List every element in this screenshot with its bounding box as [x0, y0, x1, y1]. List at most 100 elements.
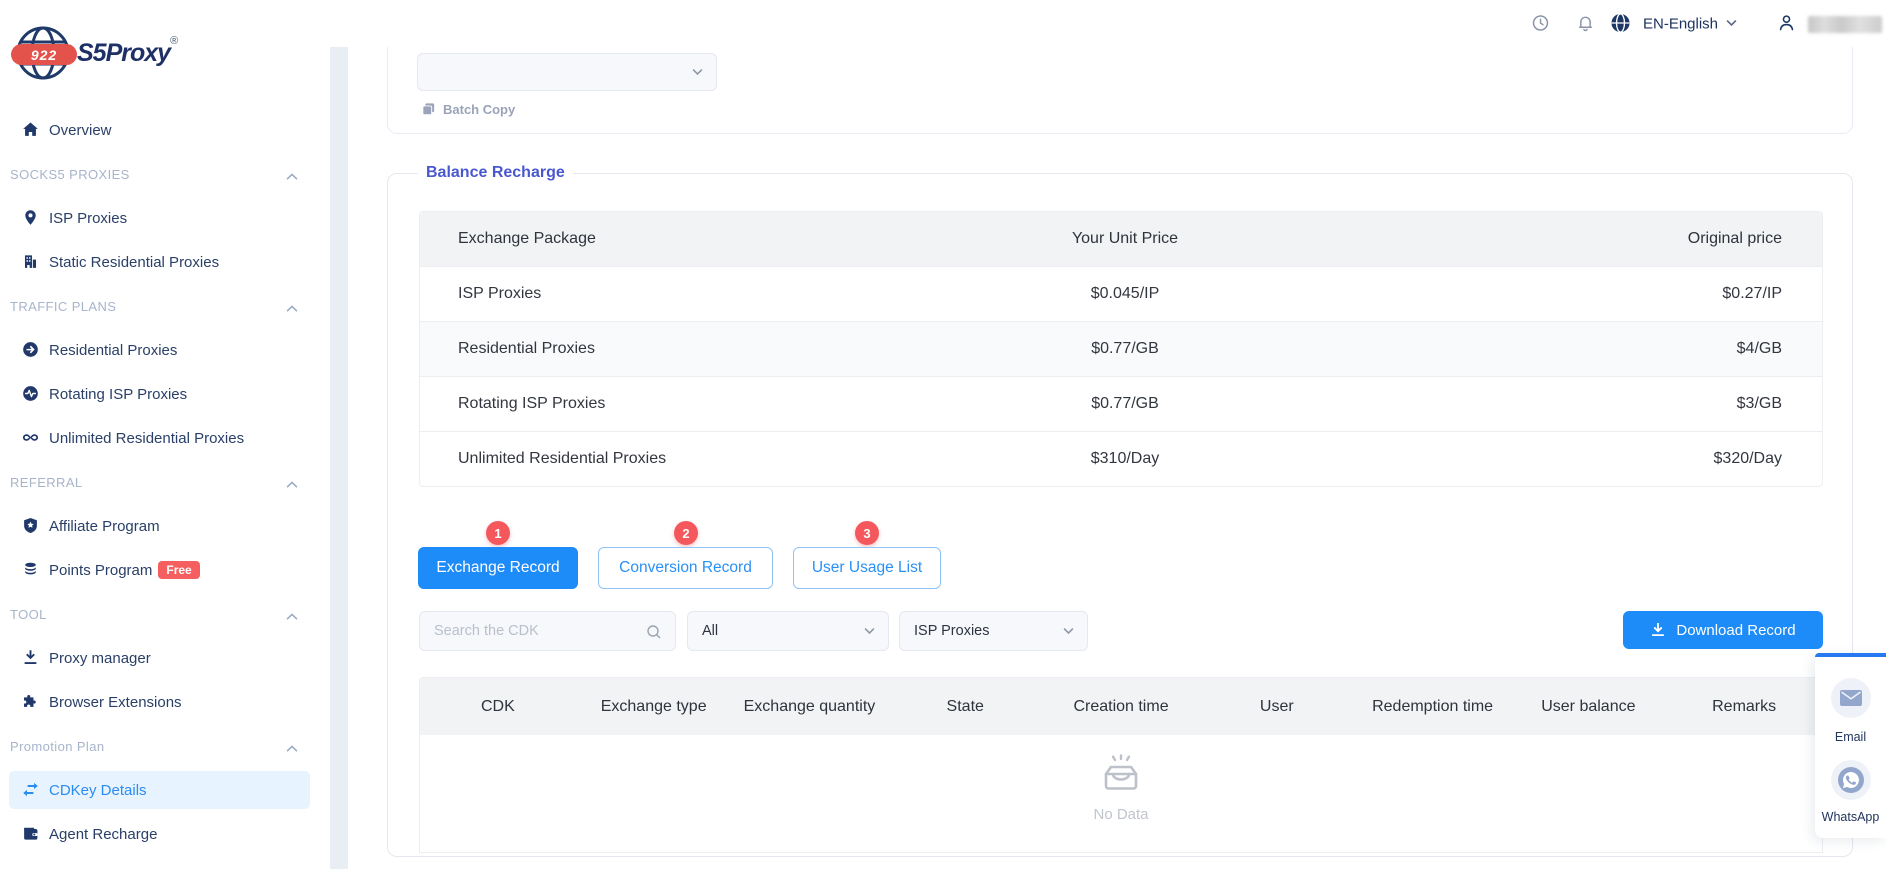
sidebar-item-unlimited-residential-proxies[interactable]: Unlimited Residential Proxies: [0, 416, 330, 460]
sidebar-section-traffic-plans[interactable]: TRAFFIC PLANS: [0, 284, 330, 328]
pricing-row: Unlimited Residential Proxies$310/Day$32…: [420, 431, 1822, 486]
sidebar-item-points-program[interactable]: Points ProgramFree: [0, 548, 330, 592]
registered-mark: ®: [170, 35, 178, 47]
infinity-icon: [22, 429, 40, 447]
top-header: EN-English: [330, 0, 1886, 47]
no-data-icon: [1098, 753, 1144, 795]
chevron-up-icon: [286, 740, 298, 758]
tab-conversion-record[interactable]: Conversion Record: [598, 547, 773, 589]
contact-panel-accent: [1815, 653, 1886, 657]
wallet-icon: [22, 825, 40, 843]
contact-panel: Email WhatsApp: [1815, 653, 1886, 838]
brand-number: 922: [11, 44, 77, 65]
whatsapp-icon: [1838, 767, 1864, 793]
pricing-header-row: Exchange PackageYour Unit PriceOriginal …: [420, 212, 1822, 266]
sidebar-item-affiliate-program[interactable]: Affiliate Program: [0, 504, 330, 548]
whatsapp-contact-button[interactable]: [1831, 760, 1871, 800]
download-icon: [1650, 622, 1666, 638]
download-icon: [22, 649, 40, 667]
chevron-down-icon: [1063, 623, 1074, 639]
chevron-up-icon: [286, 608, 298, 626]
pin-icon: [22, 209, 40, 227]
sidebar-item-rotating-isp-proxies[interactable]: Rotating ISP Proxies: [0, 372, 330, 416]
record-column-header: Creation time: [1043, 678, 1199, 735]
whatsapp-label: WhatsApp: [1815, 810, 1886, 824]
record-column-header: User balance: [1510, 678, 1666, 735]
chevron-down-icon[interactable]: [1726, 19, 1737, 27]
state-filter-select[interactable]: All: [687, 611, 889, 651]
chevron-up-icon: [286, 300, 298, 318]
email-label: Email: [1815, 730, 1886, 744]
chevron-up-icon: [286, 476, 298, 494]
brand-name: S5Proxy: [77, 39, 170, 68]
user-profile-icon[interactable]: [1777, 14, 1796, 33]
redacted-username[interactable]: [1808, 16, 1882, 33]
language-globe-icon[interactable]: [1610, 13, 1631, 34]
sidebar-item-cdkey-details[interactable]: CDKey Details: [0, 768, 330, 812]
sidebar-item-isp-proxies[interactable]: ISP Proxies: [0, 196, 330, 240]
sidebar-nav: OverviewSOCKS5 PROXIESISP ProxiesStatic …: [0, 108, 330, 856]
pricing-row: ISP Proxies$0.045/IP$0.27/IP: [420, 266, 1822, 321]
cdk-search-input[interactable]: [420, 612, 675, 650]
sidebar-item-proxy-manager[interactable]: Proxy manager: [0, 636, 330, 680]
pulse-icon: [22, 385, 40, 403]
shield-icon: [22, 517, 40, 535]
tab-user-usage-list[interactable]: User Usage List: [793, 547, 941, 589]
email-contact-button[interactable]: [1831, 678, 1871, 718]
chevron-up-icon: [286, 168, 298, 186]
download-record-button[interactable]: Download Record: [1623, 611, 1823, 649]
record-column-header: User: [1199, 678, 1355, 735]
batch-copy-button[interactable]: Batch Copy: [421, 102, 515, 117]
copy-icon: [421, 102, 436, 117]
sidebar-item-overview[interactable]: Overview: [0, 108, 330, 152]
pricing-table: Exchange PackageYour Unit PriceOriginal …: [419, 211, 1823, 487]
sidebar-section-promotion-plan[interactable]: Promotion Plan: [0, 724, 330, 768]
globe-arrow-icon: [22, 341, 40, 359]
pricing-row: Residential Proxies$0.77/GB$4/GB: [420, 321, 1822, 376]
coins-icon: [22, 561, 40, 579]
puzzle-icon: [22, 693, 40, 711]
sidebar-section-socks5-proxies[interactable]: SOCKS5 PROXIES: [0, 152, 330, 196]
cdkey-batch-card: Batch Copy: [387, 47, 1853, 134]
sidebar-section-referral[interactable]: REFERRAL: [0, 460, 330, 504]
chevron-down-icon: [692, 64, 703, 80]
record-table-body: No Data: [420, 735, 1822, 852]
sidebar-item-static-residential-proxies[interactable]: Static Residential Proxies: [0, 240, 330, 284]
brand-logo[interactable]: 922 S5Proxy ®: [15, 23, 178, 83]
balance-recharge-legend: Balance Recharge: [418, 164, 573, 182]
language-selector[interactable]: EN-English: [1643, 16, 1718, 33]
content-scrollbar[interactable]: [330, 47, 348, 869]
free-badge: Free: [158, 561, 199, 579]
sidebar-item-browser-extensions[interactable]: Browser Extensions: [0, 680, 330, 724]
home-icon: [22, 121, 40, 139]
search-icon: [646, 624, 662, 645]
pricing-row: Rotating ISP Proxies$0.77/GB$3/GB: [420, 376, 1822, 431]
history-icon[interactable]: [1531, 14, 1550, 33]
record-column-header: Redemption time: [1355, 678, 1511, 735]
cdk-search-field[interactable]: [419, 611, 676, 651]
record-column-header: Remarks: [1666, 678, 1822, 735]
step-badge-3: 3: [855, 521, 879, 545]
step-badge-2: 2: [674, 521, 698, 545]
globe-logo-icon: 922: [15, 25, 71, 81]
empty-state: No Data: [420, 753, 1822, 823]
record-column-header: Exchange quantity: [732, 678, 888, 735]
chevron-down-icon: [864, 623, 875, 639]
step-badge-1: 1: [486, 521, 510, 545]
email-icon: [1840, 690, 1862, 706]
sidebar-section-tool[interactable]: TOOL: [0, 592, 330, 636]
sidebar-item-agent-recharge[interactable]: Agent Recharge: [0, 812, 330, 856]
product-filter-select[interactable]: ISP Proxies: [899, 611, 1088, 651]
tab-exchange-record[interactable]: Exchange Record: [418, 547, 578, 589]
cdkey-batch-select[interactable]: [417, 53, 717, 91]
record-column-header: State: [887, 678, 1043, 735]
swap-icon: [22, 781, 40, 799]
sidebar: 922 S5Proxy ® OverviewSOCKS5 PROXIESISP …: [0, 0, 330, 869]
building-icon: [22, 253, 40, 271]
record-column-header: CDK: [420, 678, 576, 735]
record-table: CDKExchange typeExchange quantityStateCr…: [419, 677, 1823, 853]
sidebar-item-residential-proxies[interactable]: Residential Proxies: [0, 328, 330, 372]
notification-bell-icon[interactable]: [1576, 14, 1595, 33]
record-column-header: Exchange type: [576, 678, 732, 735]
balance-recharge-card: Balance Recharge Exchange PackageYour Un…: [387, 173, 1853, 857]
